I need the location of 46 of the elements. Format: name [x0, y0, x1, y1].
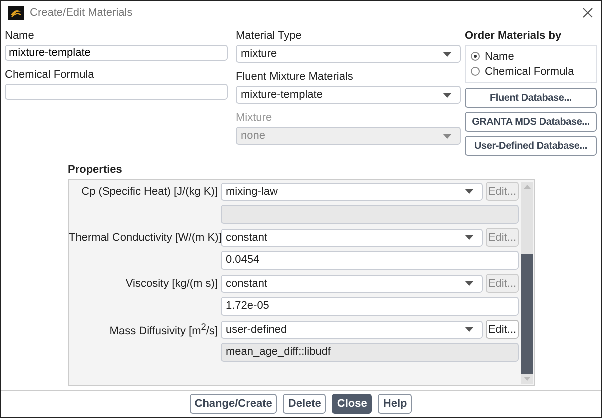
caret-icon: [443, 92, 452, 98]
dialog-button[interactable]: Help: [378, 394, 412, 414]
dialog-button[interactable]: Close: [332, 394, 372, 414]
radio-option[interactable]: Name: [471, 50, 596, 62]
value-field[interactable]: 1.72e-05: [221, 297, 519, 316]
method-dropdown[interactable]: user-defined: [221, 320, 483, 338]
caret-icon: [465, 281, 474, 286]
formula-input[interactable]: [5, 84, 228, 100]
group-title: Order Materials by: [465, 30, 563, 43]
field-label: Name: [5, 30, 36, 43]
close-icon[interactable]: [583, 8, 593, 18]
method-dropdown[interactable]: constant: [221, 228, 483, 246]
dropdown[interactable]: mixture: [236, 45, 461, 63]
scroll-down-icon[interactable]: [524, 377, 530, 381]
radio-button[interactable]: [471, 52, 480, 61]
database-button[interactable]: User-Defined Database...: [465, 136, 597, 156]
field-label: Material Type: [236, 30, 303, 43]
dialog-button[interactable]: Delete: [283, 394, 326, 414]
scrollbar-thumb[interactable]: [521, 254, 533, 374]
dialog-button[interactable]: Change/Create: [190, 394, 278, 414]
name-input[interactable]: mixture-template: [5, 45, 228, 61]
method-dropdown[interactable]: mixing-law: [221, 182, 483, 200]
field-label: Chemical Formula: [5, 69, 96, 82]
scroll-up-icon[interactable]: [524, 185, 530, 189]
edit-button[interactable]: Edit...: [486, 320, 519, 339]
property-label: Cp (Specific Heat) [J/(kg K)]: [80, 186, 218, 198]
caret-icon: [465, 327, 474, 332]
section-title: Properties: [68, 164, 124, 177]
caret-icon: [443, 52, 452, 56]
field-label: Fluent Mixture Materials: [236, 71, 354, 84]
dropdown[interactable]: mixture-template: [236, 86, 461, 104]
caret-icon: [443, 134, 452, 138]
caret-icon: [465, 235, 474, 240]
database-button[interactable]: GRANTA MDS Database...: [465, 112, 597, 132]
radio-button[interactable]: [471, 67, 480, 76]
window-title: Create/Edit Materials: [30, 6, 134, 18]
caret-icon: [465, 189, 474, 194]
database-button[interactable]: Fluent Database...: [465, 88, 597, 108]
app-logo-icon: [8, 6, 24, 20]
radio-option[interactable]: Chemical Formula: [471, 66, 596, 78]
method-dropdown[interactable]: constant: [221, 274, 483, 292]
field-label: Mixture: [236, 112, 274, 125]
scrollbar[interactable]: [521, 182, 533, 384]
value-field[interactable]: 0.0454: [221, 251, 519, 270]
property-label: Viscosity [kg/(m s)]: [124, 278, 218, 290]
property-label: Mass Diffusivity [m$^{2}$/s]: [108, 322, 218, 338]
